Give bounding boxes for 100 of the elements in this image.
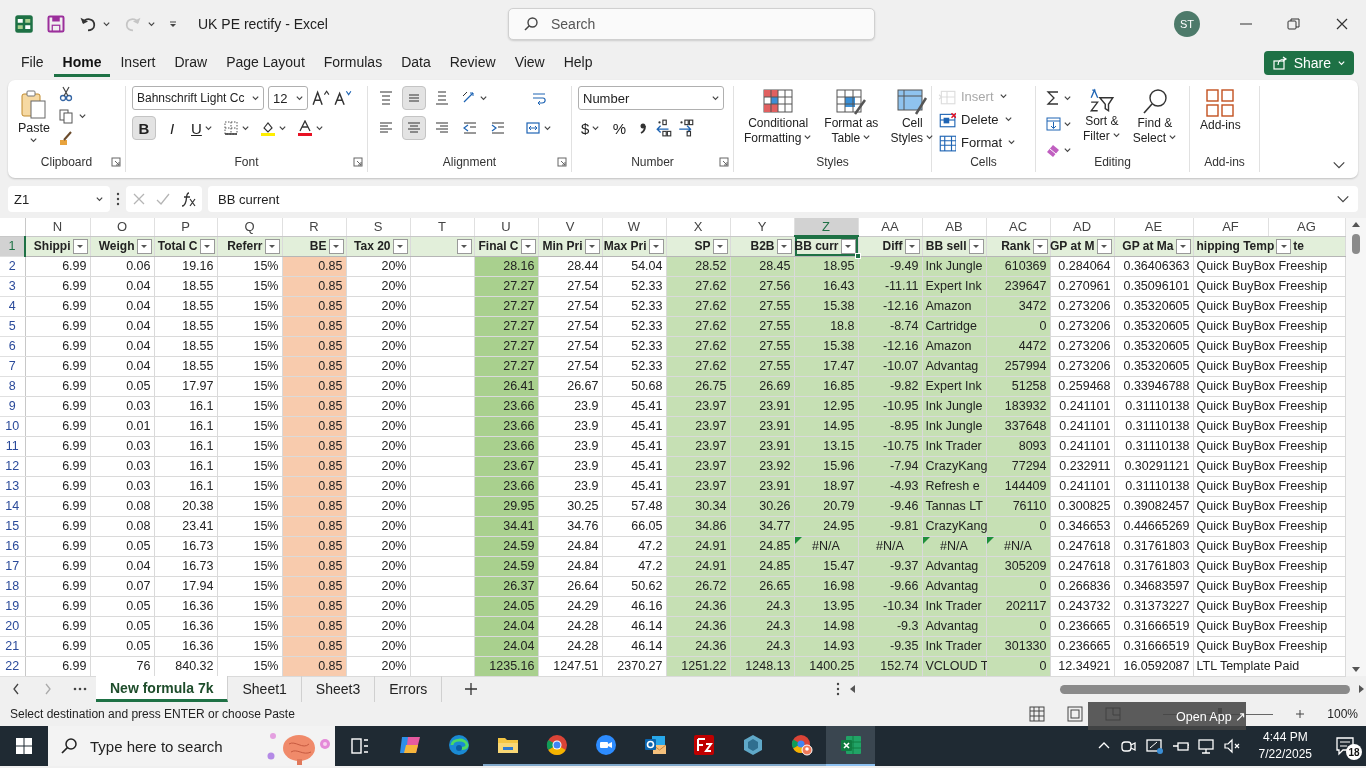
filter-button[interactable] (904, 238, 920, 254)
find-select-button[interactable]: Find & Select (1128, 86, 1182, 148)
column-header[interactable]: AE (1114, 218, 1193, 236)
column-header[interactable]: AC (986, 218, 1050, 236)
ribbon-tab[interactable]: Insert (111, 49, 165, 77)
column-header[interactable]: AA (858, 218, 922, 236)
decrease-decimal-icon[interactable] (677, 119, 696, 137)
dialog-launcher-icon[interactable] (353, 157, 363, 167)
clock-date[interactable]: 7/22/2025 (1258, 746, 1312, 763)
filter-button[interactable] (1096, 238, 1112, 254)
sheet-tab[interactable]: Errors (375, 676, 443, 702)
row-header[interactable]: 5 (0, 316, 25, 336)
add-ins-button[interactable]: Add-ins (1196, 86, 1245, 135)
name-box[interactable]: Z1 (8, 186, 110, 212)
cell-styles-button[interactable]: Cell Styles (886, 86, 939, 148)
column-header[interactable]: Y (730, 218, 794, 236)
font-name-field[interactable]: Bahnschrift Light Cc (132, 86, 264, 110)
filter-button[interactable] (392, 238, 408, 254)
ribbon-tab[interactable]: Data (392, 49, 440, 77)
filter-button[interactable] (264, 238, 280, 254)
search-box[interactable]: Search (508, 8, 875, 40)
filter-button[interactable] (199, 238, 215, 254)
currency-button[interactable]: $ (578, 116, 604, 140)
scroll-up-icon[interactable] (1350, 220, 1361, 230)
zoom-in-icon[interactable] (1295, 709, 1306, 719)
increase-font-size-icon[interactable] (312, 89, 330, 107)
start-icon[interactable] (15, 737, 33, 755)
column-header[interactable]: W (602, 218, 666, 236)
search-field[interactable]: Search (549, 15, 859, 33)
clock-time[interactable]: 4:44 PM (1262, 729, 1308, 746)
network-icon[interactable] (1196, 737, 1215, 755)
row-header[interactable]: 19 (0, 596, 25, 616)
sheet-tab[interactable]: New formula 7k (96, 676, 229, 702)
more-options-icon[interactable] (116, 192, 120, 206)
bold-button[interactable]: B (132, 116, 156, 140)
row-header[interactable]: 22 (0, 656, 25, 676)
row-header[interactable]: 14 (0, 496, 25, 516)
row-header[interactable]: 4 (0, 296, 25, 316)
filter-button[interactable] (584, 238, 600, 254)
filter-button[interactable] (968, 238, 984, 254)
user-avatar[interactable]: ST (1174, 11, 1200, 37)
row-header[interactable]: 12 (0, 456, 25, 476)
sort-filter-button[interactable]: Sort & Filter (1079, 86, 1125, 146)
scroll-down-icon[interactable] (1350, 664, 1361, 674)
dialog-launcher-icon[interactable] (719, 157, 729, 167)
filter-button[interactable] (776, 238, 792, 254)
row-header[interactable]: 10 (0, 416, 25, 436)
fill-handle[interactable] (854, 252, 861, 259)
page-layout-icon[interactable] (1067, 706, 1084, 722)
align-button[interactable] (402, 86, 426, 110)
decrease-font-size-icon[interactable] (334, 89, 352, 107)
filter-button[interactable] (1032, 238, 1048, 254)
add-sheet-icon[interactable] (464, 682, 479, 696)
scroll-right-icon[interactable] (1356, 684, 1366, 694)
customize-toolbar-icon[interactable] (168, 19, 178, 29)
filter-button[interactable] (840, 238, 856, 254)
taskbar-search-field[interactable]: Type here to search (88, 736, 238, 756)
ribbon-tab[interactable]: Draw (165, 49, 217, 77)
row-header[interactable]: 8 (0, 376, 25, 396)
split-handle-icon[interactable] (836, 682, 840, 696)
increase-decimal-icon[interactable] (655, 119, 674, 137)
column-header[interactable]: P (154, 218, 217, 236)
sheet-tab[interactable]: Sheet3 (301, 676, 376, 702)
italic-button[interactable]: I (160, 116, 184, 140)
scrollbar-thumb[interactable] (1351, 234, 1360, 254)
row-header[interactable]: 9 (0, 396, 25, 416)
row-header[interactable]: 16 (0, 536, 25, 556)
paste-button[interactable]: Paste (14, 86, 54, 147)
column-header[interactable]: AD (1050, 218, 1114, 236)
ribbon-tab[interactable]: Help (554, 49, 602, 77)
volume-muted-icon[interactable] (1222, 737, 1241, 755)
restore-icon[interactable] (1286, 16, 1302, 32)
column-header[interactable]: Q (217, 218, 282, 236)
scissors-icon[interactable] (57, 86, 74, 102)
formula-field[interactable]: BB current (208, 186, 1358, 212)
row-header[interactable]: 6 (0, 336, 25, 356)
column-header[interactable]: S (346, 218, 410, 236)
row-header[interactable]: 7 (0, 356, 25, 376)
filter-button[interactable] (712, 238, 728, 254)
column-header[interactable]: T (410, 218, 474, 236)
filter-button[interactable] (456, 238, 472, 254)
save-icon[interactable] (46, 14, 66, 34)
column-header[interactable]: X (666, 218, 730, 236)
format-cells-button[interactable]: Format (938, 132, 1017, 153)
task-view-icon[interactable] (350, 736, 370, 756)
column-header[interactable]: R (282, 218, 346, 236)
percent-button[interactable]: % (607, 116, 632, 140)
align-button[interactable] (402, 116, 426, 140)
filter-button[interactable] (1276, 238, 1292, 254)
ribbon-tab[interactable]: Page Layout (217, 49, 314, 77)
dialog-launcher-icon[interactable] (111, 157, 121, 167)
column-header[interactable]: Z (794, 218, 858, 236)
ribbon-tab[interactable]: Formulas (314, 49, 392, 77)
ribbon-tab[interactable]: Review (440, 49, 505, 77)
close-icon[interactable] (1334, 16, 1350, 32)
insert-function-icon[interactable] (180, 191, 196, 207)
spreadsheet-icon[interactable] (826, 726, 875, 766)
number-format-field[interactable]: Number (578, 86, 724, 110)
row-header[interactable]: 20 (0, 616, 25, 636)
row-header[interactable]: 1 (0, 236, 25, 256)
